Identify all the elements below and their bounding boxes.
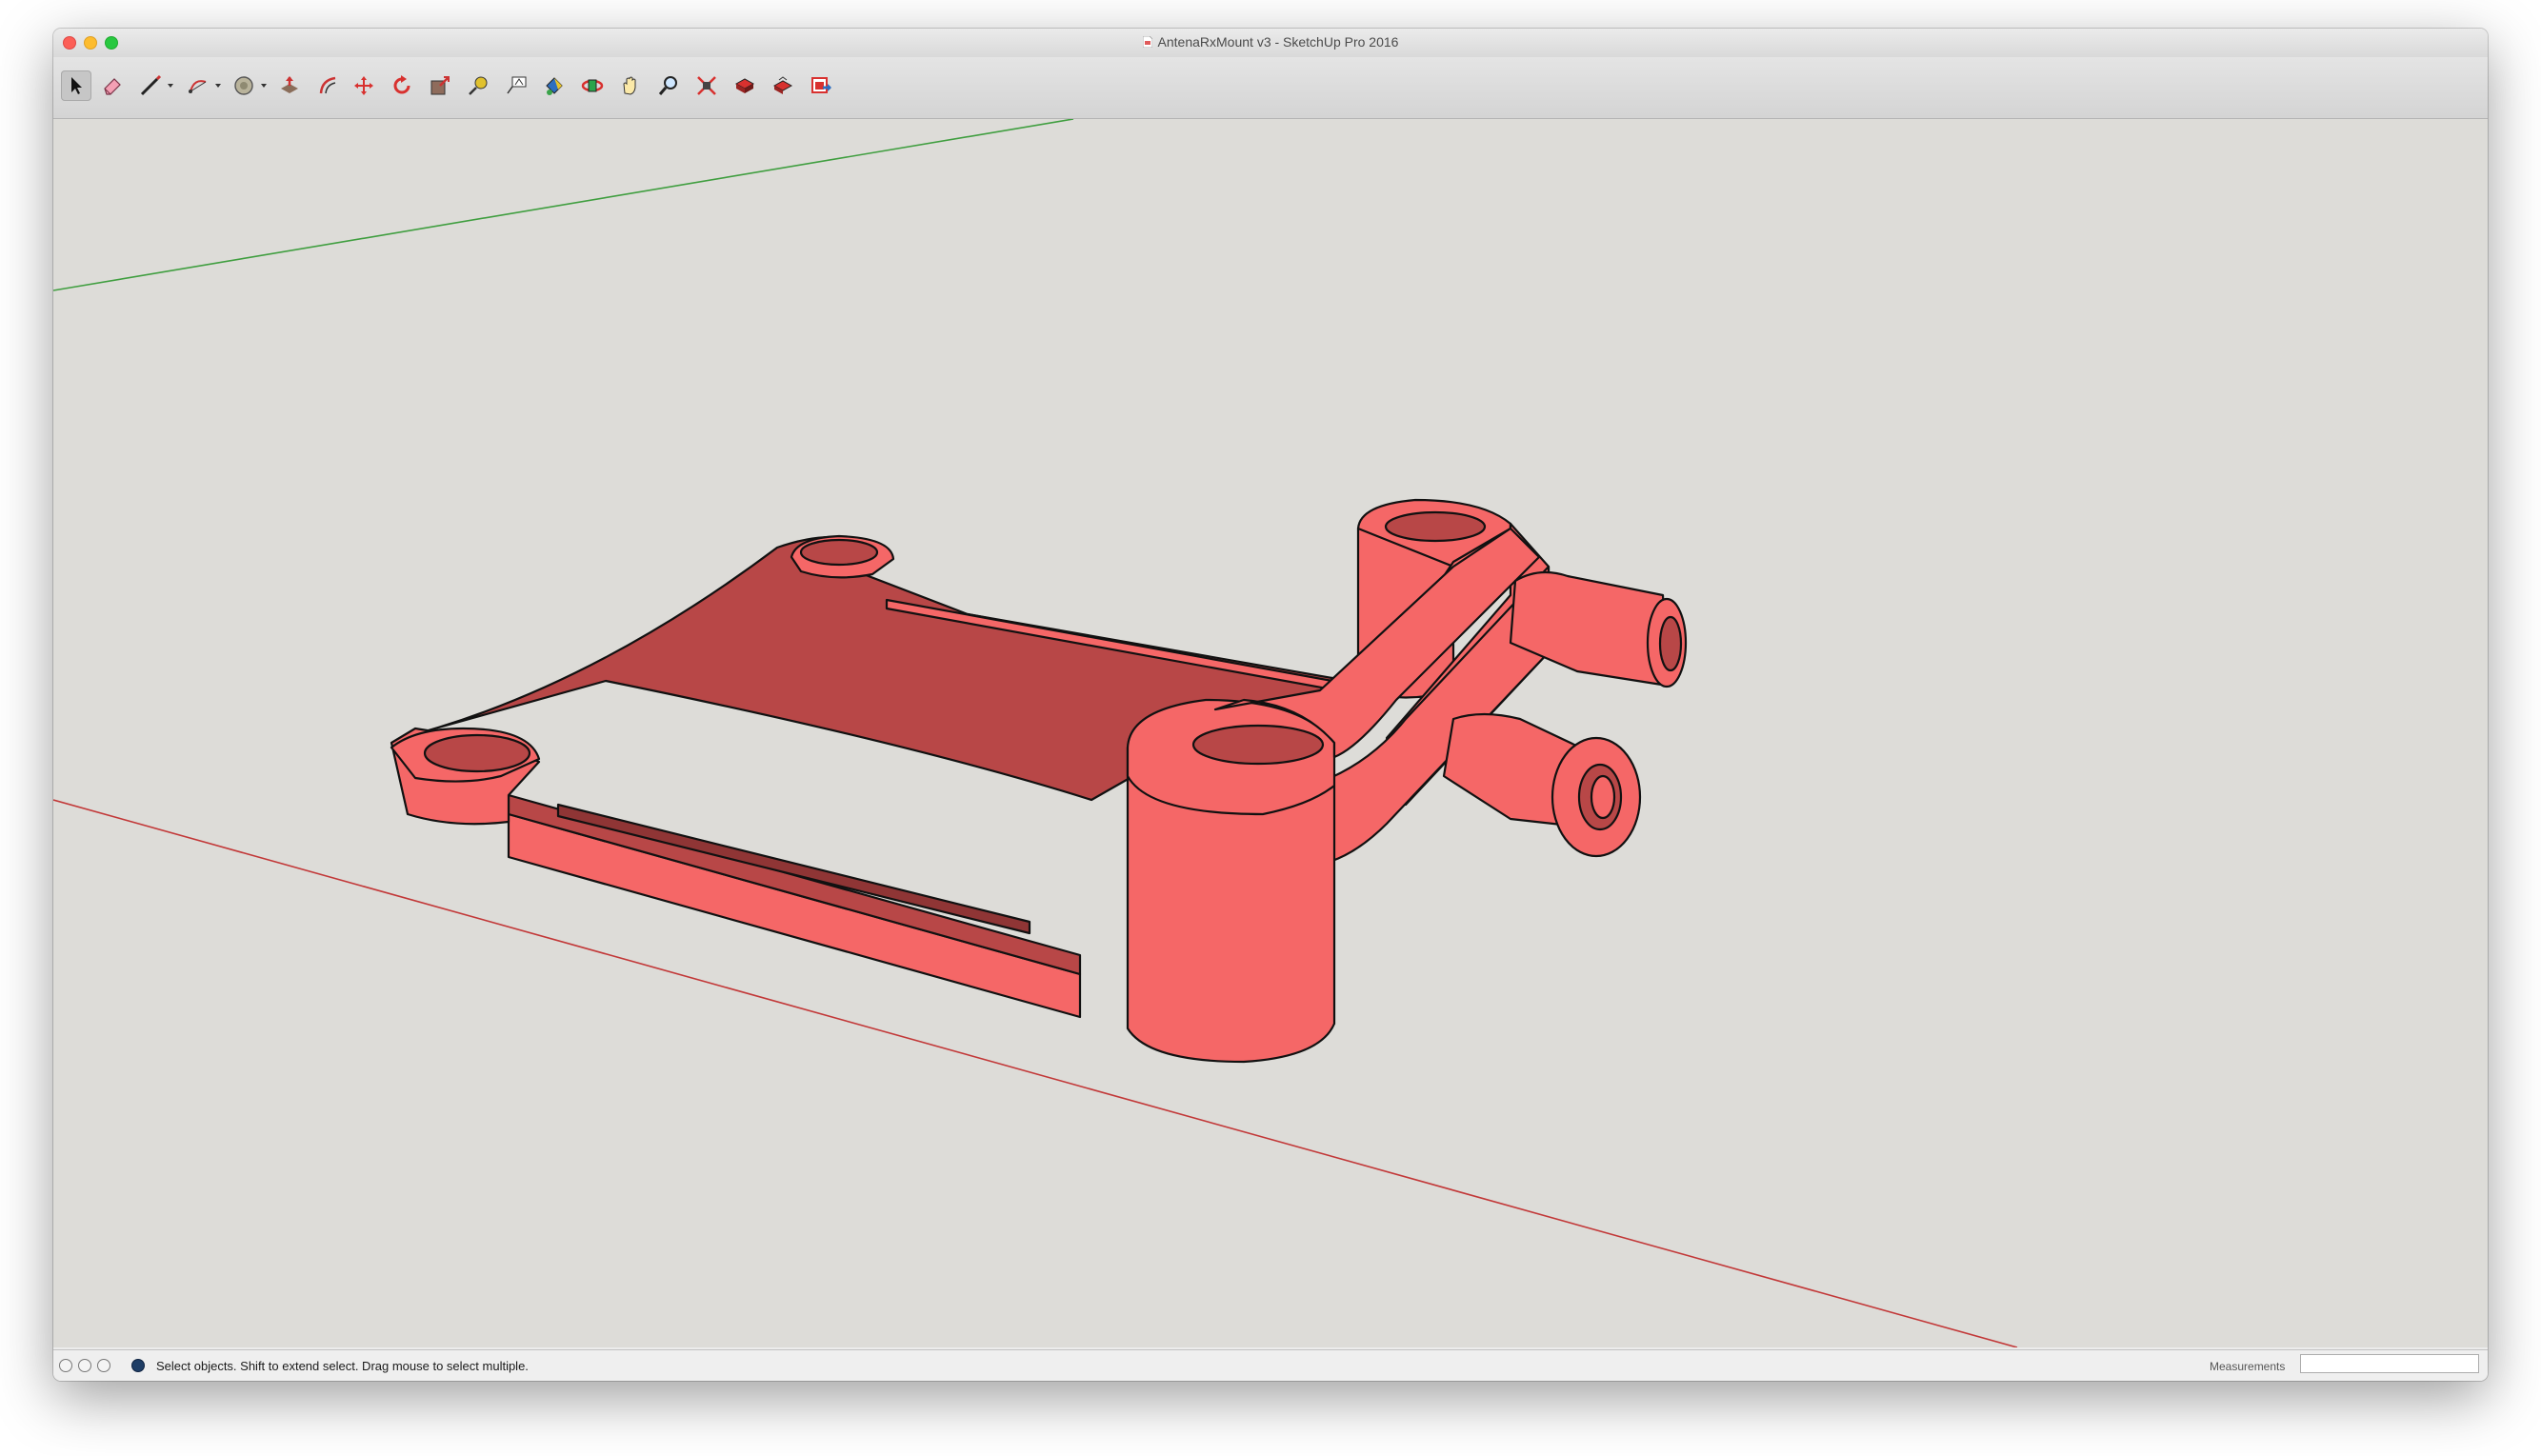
paint-bucket-tool-icon (546, 77, 563, 95)
shape-tool-icon (234, 76, 253, 95)
arc-tool-icon (189, 80, 207, 93)
eraser-tool-icon (104, 78, 121, 95)
offset-tool-icon (319, 76, 336, 94)
line-tool-icon (140, 74, 162, 96)
eraser-tool-button[interactable] (97, 70, 128, 101)
scale-tool-icon (430, 76, 450, 95)
move-tool-icon (354, 76, 373, 95)
rotate-tool-icon (393, 75, 410, 94)
minimize-window-button[interactable] (84, 36, 97, 50)
measurements-input[interactable] (2300, 1354, 2479, 1373)
arc-tool-button[interactable] (183, 70, 213, 101)
text-tool-icon (507, 76, 527, 94)
pan-tool-icon (623, 76, 636, 95)
geo-location-icon[interactable] (59, 1359, 72, 1372)
tape-measure-tool-icon (469, 76, 488, 95)
select-tool-button[interactable] (61, 70, 91, 101)
orbit-tool-icon (581, 79, 604, 92)
red-axis (53, 799, 2018, 1347)
title-bar[interactable]: AntenaRxMount v3 - SketchUp Pro 2016 (53, 29, 2488, 57)
offset-tool-button[interactable] (312, 70, 343, 101)
model-canvas (53, 119, 2018, 1347)
zoom-extents-tool-button[interactable] (691, 70, 722, 101)
zoom-extents-tool-icon (697, 76, 716, 95)
arc-tool-dropdown[interactable] (215, 84, 221, 88)
account-icon[interactable] (97, 1359, 110, 1372)
shape-tool-button[interactable] (229, 70, 259, 101)
zoom-tool-icon (658, 76, 677, 95)
paint-bucket-tool-button[interactable] (539, 70, 570, 101)
send-to-layout-icon (811, 77, 831, 93)
credits-icon[interactable] (78, 1359, 91, 1372)
push-pull-tool-button[interactable] (274, 70, 305, 101)
scale-tool-button[interactable] (425, 70, 455, 101)
model-viewport[interactable] (53, 119, 2488, 1347)
close-window-button[interactable] (63, 36, 76, 50)
status-bar: Select objects. Shift to extend select. … (53, 1349, 2488, 1381)
measurements-label: Measurements (2210, 1360, 2286, 1373)
text-tool-button[interactable] (501, 70, 531, 101)
line-tool-button[interactable] (135, 70, 166, 101)
window-title-group: AntenaRxMount v3 - SketchUp Pro 2016 (1142, 34, 1399, 50)
rotate-tool-button[interactable] (387, 70, 417, 101)
tape-measure-tool-button[interactable] (463, 70, 493, 101)
zoom-tool-button[interactable] (653, 70, 684, 101)
app-window: AntenaRxMount v3 - SketchUp Pro 2016 Sel… (53, 29, 2488, 1381)
main-toolbar (53, 57, 2488, 119)
extension-warehouse-button[interactable] (768, 70, 798, 101)
push-pull-tool-icon (281, 76, 298, 93)
window-title: AntenaRxMount v3 - SketchUp Pro 2016 (1157, 34, 1399, 50)
shape-tool-dropdown[interactable] (261, 84, 267, 88)
3d-warehouse-icon (734, 78, 755, 93)
orbit-tool-button[interactable] (577, 70, 608, 101)
window-controls (63, 36, 118, 50)
3d-warehouse-button[interactable] (730, 70, 760, 101)
send-to-layout-button[interactable] (806, 70, 836, 101)
green-axis (53, 119, 1074, 291)
antenna-rx-mount-model[interactable] (390, 498, 1688, 1064)
instructor-icon[interactable] (131, 1359, 145, 1372)
pan-tool-button[interactable] (615, 70, 646, 101)
move-tool-button[interactable] (349, 70, 379, 101)
zoom-window-button[interactable] (105, 36, 118, 50)
select-tool-icon (71, 77, 82, 94)
document-icon (1142, 36, 1152, 48)
status-message: Select objects. Shift to extend select. … (156, 1359, 529, 1373)
line-tool-dropdown[interactable] (168, 84, 173, 88)
extension-warehouse-icon (772, 76, 793, 94)
